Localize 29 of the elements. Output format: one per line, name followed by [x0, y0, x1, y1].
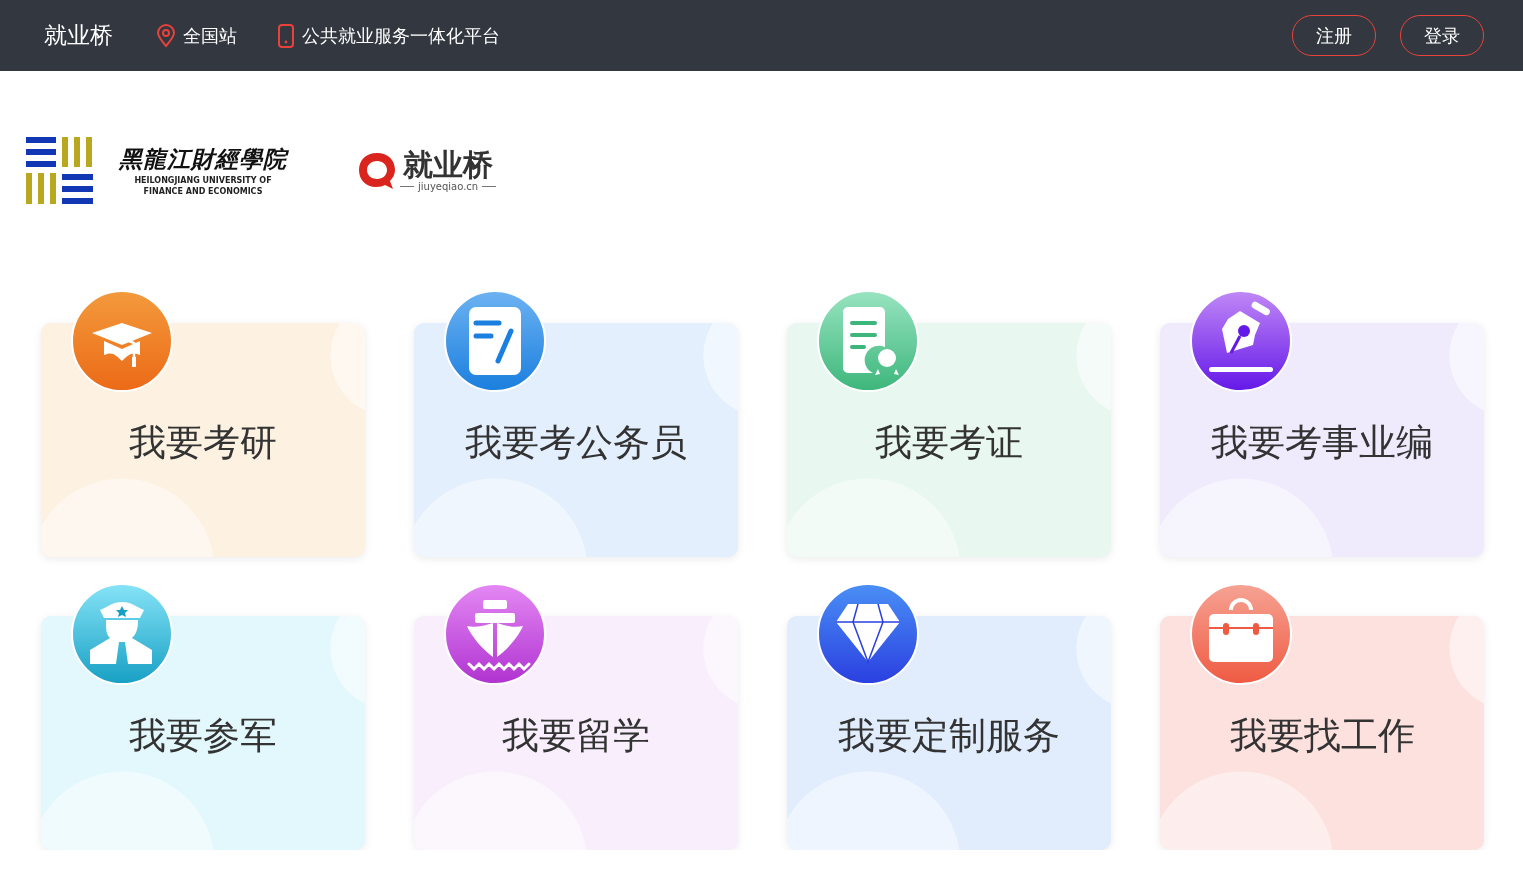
university-emblem-icon	[26, 136, 93, 204]
header-button[interactable]: 注册	[1292, 15, 1376, 56]
service-card[interactable]: 我要考研	[41, 323, 365, 557]
service-card[interactable]: 我要留学	[414, 616, 738, 850]
service-card[interactable]: 我要参军	[41, 616, 365, 850]
briefcase-icon	[1190, 583, 1292, 685]
document-pen-icon	[444, 290, 546, 392]
jiuyeqiao-logo-text: 就业桥	[403, 148, 494, 181]
ship-icon	[444, 583, 546, 685]
service-card[interactable]: 我要考事业编	[1160, 323, 1484, 557]
service-card[interactable]: 我要找工作	[1160, 616, 1484, 850]
speech-bubble-logo-icon	[357, 150, 397, 190]
university-english-name: FINANCE AND ECONOMICS	[143, 185, 263, 197]
header-link[interactable]: 全国站	[156, 23, 237, 48]
graduation-cap-icon	[71, 290, 173, 392]
service-card[interactable]: 我要考证	[787, 323, 1111, 557]
phone-icon	[277, 23, 295, 48]
location-pin-icon	[156, 23, 176, 48]
certificate-icon	[817, 290, 919, 392]
site-title: 就业桥	[44, 21, 113, 50]
service-card[interactable]: 我要考公务员	[414, 323, 738, 557]
pen-nib-icon	[1190, 290, 1292, 392]
jiuyeqiao-domain: jiuyeqiao.cn	[418, 180, 479, 192]
soldier-icon	[71, 583, 173, 685]
university-english-name: HEILONGJIANG UNIVERSITY OF	[134, 174, 272, 186]
service-card[interactable]: 我要定制服务	[787, 616, 1111, 850]
header-link[interactable]: 公共就业服务一体化平台	[277, 23, 500, 48]
university-name: 黑龍江財經學院	[119, 143, 287, 174]
header-button[interactable]: 登录	[1400, 15, 1484, 56]
